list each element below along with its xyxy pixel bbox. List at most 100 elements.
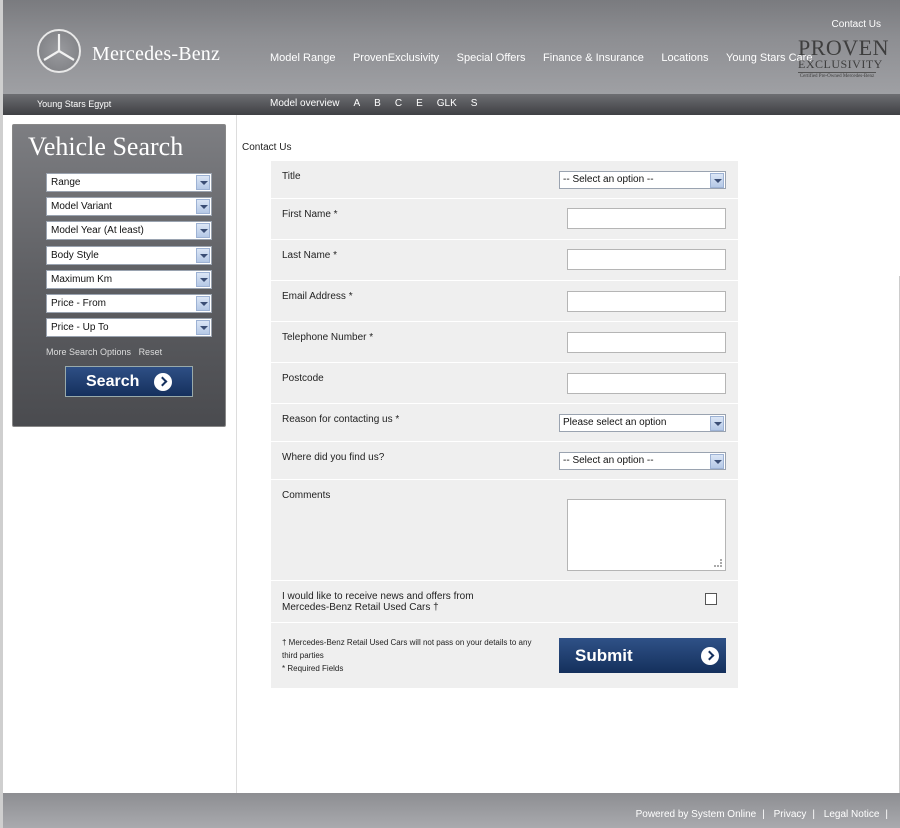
footer-separator: |: [762, 809, 765, 820]
optin-label-line2: Mercedes-Benz Retail Used Cars †: [282, 602, 439, 613]
form-row-last-name: Last Name *: [271, 240, 738, 281]
first-name-input[interactable]: [567, 208, 726, 229]
chevron-down-icon[interactable]: [196, 223, 210, 238]
maximum-km-select-value: Maximum Km: [51, 274, 113, 285]
nav-finance-insurance[interactable]: Finance & Insurance: [543, 52, 644, 64]
nav-model-overview[interactable]: Model overview: [270, 98, 339, 109]
proven-logo-line1: PROVEN: [798, 35, 890, 60]
nav-model-e[interactable]: E: [416, 98, 423, 109]
site-name: Young Stars Egypt: [37, 99, 112, 109]
left-frame-line: [0, 115, 3, 793]
sub-nav-bar: Young Stars Egypt Model overview A B C E…: [0, 94, 900, 115]
site-footer: Powered by System Online | Privacy | Legal…: [0, 793, 900, 828]
comments-textarea[interactable]: [567, 499, 726, 571]
more-search-options-link[interactable]: More Search Options: [46, 347, 131, 357]
footer-links: Powered by System Online | Privacy | Legal…: [630, 809, 888, 820]
reason-select[interactable]: Please select an option: [559, 414, 726, 432]
required-fields-note: * Required Fields: [282, 664, 344, 673]
contact-form: Title -- Select an option -- First Name …: [271, 161, 738, 688]
nav-proven-exclusivity[interactable]: ProvenExclusivity: [353, 52, 439, 64]
price-from-select[interactable]: Price - From: [46, 294, 212, 313]
model-variant-select-value: Model Variant: [51, 201, 112, 212]
chevron-down-icon[interactable]: [196, 296, 210, 311]
title-label: Title: [282, 171, 301, 182]
chevron-down-icon[interactable]: [196, 248, 210, 263]
powered-by-link[interactable]: Powered by System Online: [636, 809, 757, 820]
arrow-right-circle-icon: [701, 647, 719, 665]
chevron-down-icon[interactable]: [710, 454, 724, 469]
chevron-down-icon[interactable]: [196, 272, 210, 287]
proven-logo-line3: Certified Pre-Owned Mercedes-Benz: [798, 72, 876, 79]
nav-special-offers[interactable]: Special Offers: [457, 52, 526, 64]
vehicle-search-panel: Vehicle Search Range Model Variant Model…: [12, 124, 226, 427]
last-name-input[interactable]: [567, 249, 726, 270]
phone-label: Telephone Number *: [282, 332, 374, 343]
nav-model-s[interactable]: S: [471, 98, 478, 109]
privacy-note-line1: † Mercedes-Benz Retail Used Cars will no…: [282, 638, 532, 647]
vehicle-search-title: Vehicle Search: [28, 132, 184, 161]
body-style-select-value: Body Style: [51, 250, 99, 261]
first-name-label: First Name *: [282, 209, 338, 220]
maximum-km-select[interactable]: Maximum Km: [46, 270, 212, 289]
model-year-select[interactable]: Model Year (At least): [46, 221, 212, 240]
range-select[interactable]: Range: [46, 173, 212, 192]
source-label: Where did you find us?: [282, 452, 385, 463]
model-nav: Model overview A B C E GLK S: [270, 98, 491, 109]
main-nav: Model Range ProvenExclusivity Special Of…: [270, 52, 830, 64]
body-style-select[interactable]: Body Style: [46, 246, 212, 265]
privacy-note: † Mercedes-Benz Retail Used Cars will no…: [282, 636, 552, 675]
optin-label: I would like to receive news and offers …: [282, 591, 492, 613]
model-variant-select[interactable]: Model Variant: [46, 197, 212, 216]
form-row-email: Email Address *: [271, 281, 738, 322]
model-year-select-value: Model Year (At least): [51, 225, 144, 236]
column-divider: [236, 115, 237, 793]
submit-button-label: Submit: [575, 646, 633, 665]
contact-us-link[interactable]: Contact Us: [832, 19, 881, 30]
nav-model-glk[interactable]: GLK: [437, 98, 457, 109]
privacy-note-line2: third parties: [282, 651, 324, 660]
price-up-to-select-value: Price - Up To: [51, 322, 109, 333]
submit-button[interactable]: Submit: [559, 638, 726, 673]
email-label: Email Address *: [282, 291, 353, 302]
reason-label: Reason for contacting us *: [282, 414, 400, 425]
nav-model-range[interactable]: Model Range: [270, 52, 335, 64]
search-button[interactable]: Search: [65, 366, 193, 397]
proven-exclusivity-logo: PROVEN EXCLUSIVITY Certified Pre-Owned M…: [798, 35, 890, 88]
price-up-to-select[interactable]: Price - Up To: [46, 318, 212, 337]
nav-model-b[interactable]: B: [374, 98, 381, 109]
title-select-value: -- Select an option --: [563, 174, 654, 185]
form-row-source: Where did you find us? -- Select an opti…: [271, 442, 738, 480]
reason-select-value: Please select an option: [563, 417, 667, 428]
chevron-down-icon[interactable]: [196, 320, 210, 335]
mercedes-star-logo-icon[interactable]: [37, 29, 81, 73]
footer-separator: |: [812, 809, 816, 820]
brand-name[interactable]: Mercedes-Benz: [92, 43, 220, 66]
form-row-title: Title -- Select an option --: [271, 161, 738, 199]
postcode-input[interactable]: [567, 373, 726, 394]
source-select-value: -- Select an option --: [563, 455, 654, 466]
chevron-down-icon[interactable]: [710, 173, 724, 188]
site-header: Mercedes-Benz Contact Us Model Range Pro…: [0, 0, 900, 94]
email-input[interactable]: [567, 291, 726, 312]
nav-model-c[interactable]: C: [395, 98, 402, 109]
title-select[interactable]: -- Select an option --: [559, 171, 726, 189]
proven-logo-line2: EXCLUSIVITY: [798, 57, 883, 71]
form-row-phone: Telephone Number *: [271, 322, 738, 363]
chevron-down-icon[interactable]: [710, 416, 724, 431]
legal-notice-link[interactable]: Legal Notice: [824, 809, 880, 820]
phone-input[interactable]: [567, 332, 726, 353]
postcode-label: Postcode: [282, 373, 324, 384]
form-row-first-name: First Name *: [271, 199, 738, 240]
source-select[interactable]: -- Select an option --: [559, 452, 726, 470]
privacy-link[interactable]: Privacy: [774, 809, 807, 820]
chevron-down-icon[interactable]: [196, 175, 210, 190]
nav-locations[interactable]: Locations: [661, 52, 708, 64]
reset-link[interactable]: Reset: [139, 347, 163, 357]
range-select-value: Range: [51, 177, 81, 188]
optin-checkbox[interactable]: [705, 593, 717, 605]
footer-separator: |: [885, 809, 888, 820]
nav-model-a[interactable]: A: [353, 98, 360, 109]
page-title: Contact Us: [242, 142, 292, 153]
price-from-select-value: Price - From: [51, 298, 106, 309]
chevron-down-icon[interactable]: [196, 199, 210, 214]
